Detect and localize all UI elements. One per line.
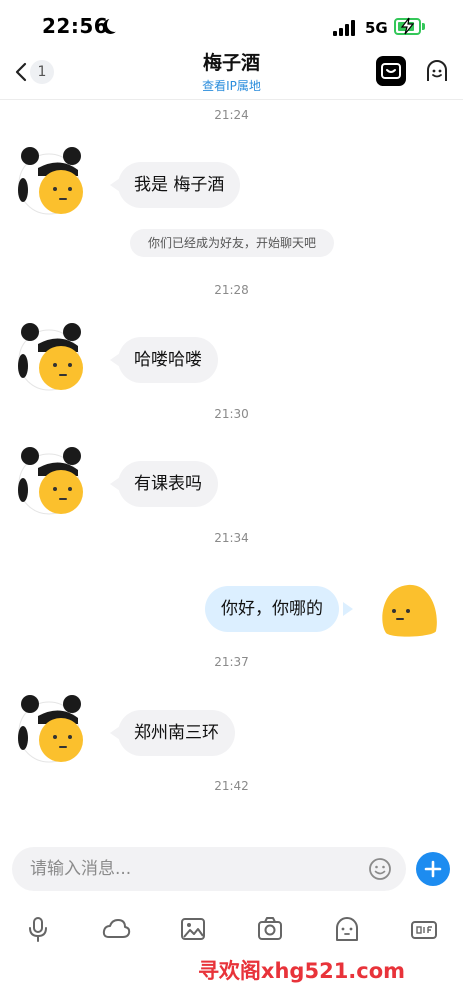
charging-icon [400,17,415,35]
message-list[interactable]: 21:24 我是 梅子酒 你们已经成为好友，开始聊天吧 21:28 哈喽哈喽 2… [0,100,463,830]
image-icon[interactable] [178,914,208,944]
gif-icon[interactable] [409,914,439,944]
plus-icon [424,860,442,878]
emoji-icon[interactable] [368,857,392,881]
profile-button[interactable] [423,57,451,85]
moon-icon [107,17,122,32]
system-notice: 你们已经成为好友，开始聊天吧 [130,229,334,257]
video-call-icon [381,63,401,79]
my-avatar[interactable] [378,581,440,639]
contact-avatar[interactable] [16,446,86,516]
battery-cap [422,23,425,30]
timestamp: 21:34 [214,531,249,545]
timestamp: 21:30 [214,407,249,421]
contact-avatar[interactable] [16,322,86,392]
status-time: 22:56 [42,14,109,38]
more-actions-button[interactable] [416,852,450,886]
incoming-message[interactable]: 郑州南三环 [118,710,235,756]
watermark: 寻欢阁xhg521.com [197,959,406,983]
incoming-message[interactable]: 我是 梅子酒 [118,162,241,208]
incoming-message[interactable]: 有课表吗 [118,461,218,507]
input-toolbar [0,910,463,950]
sticker-icon[interactable] [332,914,362,944]
camera-icon[interactable] [255,914,285,944]
profile-icon [427,60,447,81]
input-placeholder: 请输入消息... [30,859,132,879]
cloud-icon[interactable] [101,914,131,944]
video-call-button[interactable] [376,56,406,86]
chat-header: 1 梅子酒 查看IP属地 [0,44,463,100]
contact-avatar[interactable] [16,694,86,764]
network-label: 5G [365,19,388,37]
incoming-message[interactable]: 哈喽哈喽 [118,337,218,383]
timestamp: 21:24 [214,108,249,122]
signal-icon [333,20,357,36]
message-composer: 请输入消息... [0,836,463,902]
my-avatar[interactable] [378,829,440,830]
microphone-icon[interactable] [23,914,53,944]
timestamp: 21:42 [214,779,249,793]
message-input[interactable]: 请输入消息... [12,847,406,891]
timestamp: 21:37 [214,655,249,669]
contact-avatar[interactable] [16,146,86,216]
outgoing-message[interactable]: 你好，你哪的 [205,586,339,632]
timestamp: 21:28 [214,283,249,297]
